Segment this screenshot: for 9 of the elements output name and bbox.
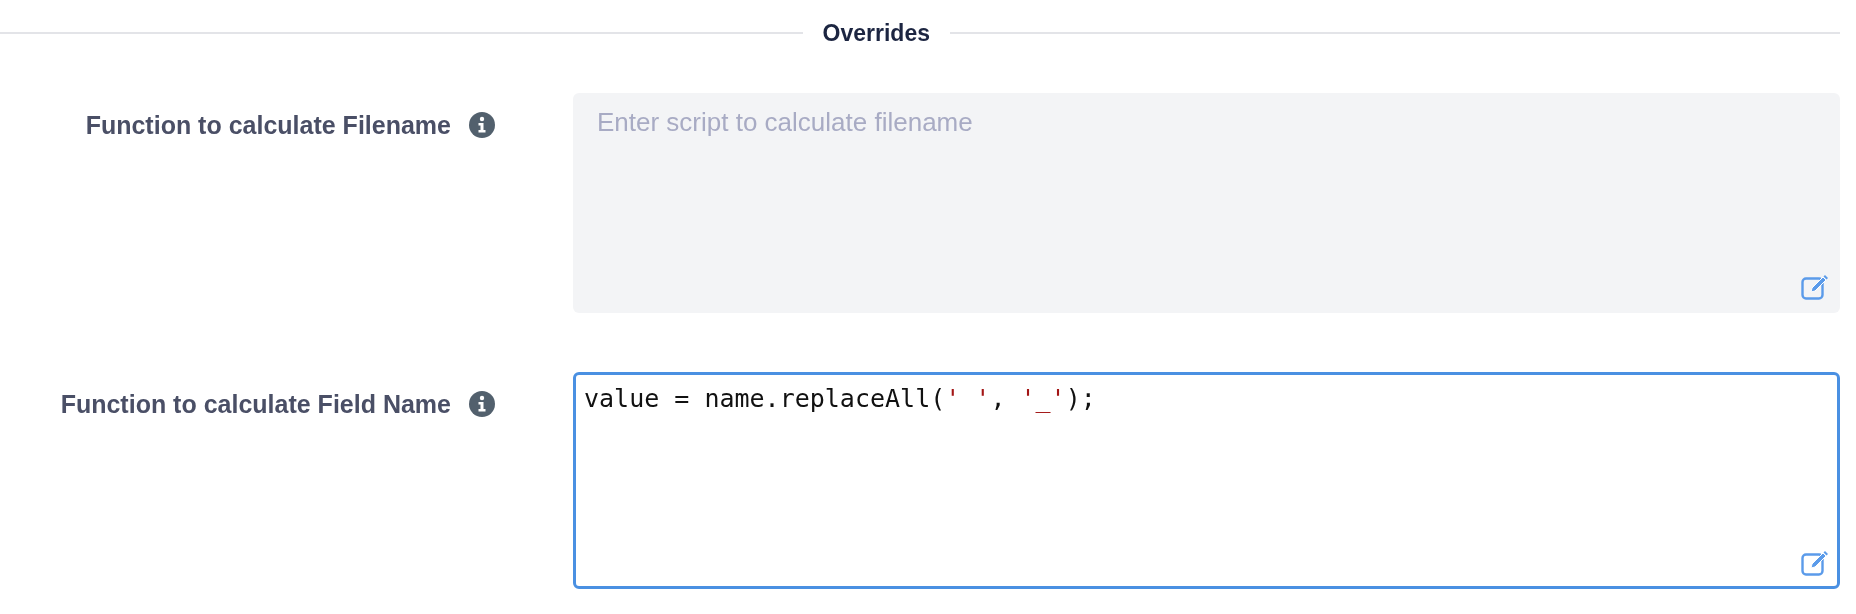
field-label: Function to calculate Field Name: [60, 391, 451, 417]
info-icon[interactable]: [469, 112, 495, 138]
edit-icon[interactable]: [1801, 274, 1829, 300]
script-field[interactable]: value = name.replaceAll(' ', '_');: [573, 372, 1840, 589]
field-placeholder: Enter script to calculate filename: [597, 107, 973, 138]
info-icon[interactable]: [469, 391, 495, 417]
field-label: Function to calculate Filename: [85, 112, 451, 138]
section-title: Overrides: [821, 19, 931, 47]
edit-icon[interactable]: [1801, 550, 1829, 576]
